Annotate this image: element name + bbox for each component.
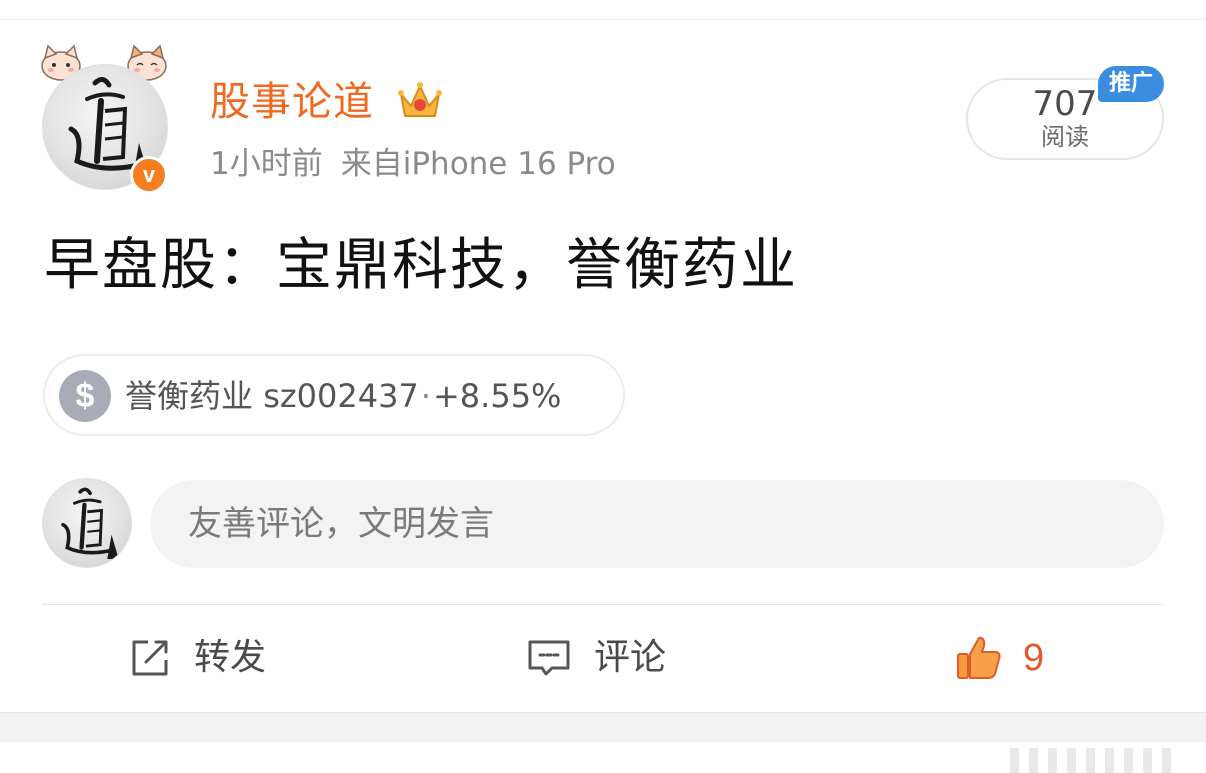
post-text: 早盘股：宝鼎科技，誉衡药业 [44, 233, 798, 298]
next-card-peek [1010, 748, 1181, 773]
dollar-icon: $ [59, 370, 111, 422]
post-time: 1小时前 [210, 146, 323, 182]
stock-info: 誉衡药业 sz002437·+8.55% [125, 376, 561, 416]
card-separator [0, 712, 1206, 742]
verified-badge-icon: v [130, 156, 168, 194]
top-divider [0, 19, 1206, 20]
stock-code: sz002437 [263, 377, 419, 415]
stock-name: 誉衡药业 [125, 377, 254, 415]
repost-button[interactable]: 转发 [128, 628, 266, 688]
thumbs-up-icon [957, 636, 1001, 679]
comment-label: 评论 [594, 637, 667, 678]
comment-input[interactable] [150, 480, 1164, 568]
like-count: 9 [1023, 637, 1045, 679]
share-icon [132, 640, 168, 676]
stock-change: +8.55% [432, 377, 562, 415]
read-label: 阅读 [1041, 123, 1089, 151]
commenter-avatar [42, 478, 132, 568]
author-avatar-group[interactable]: v [40, 44, 180, 194]
post-source: 来自iPhone 16 Pro [340, 146, 616, 182]
stock-separator: · [420, 377, 431, 415]
comment-icon [528, 640, 570, 676]
promo-badge[interactable]: 推广 [1098, 66, 1164, 102]
author-name[interactable]: 股事论道 [210, 78, 374, 126]
comment-button[interactable]: 评论 [526, 628, 666, 688]
repost-label: 转发 [194, 637, 267, 678]
post-meta: 1小时前 来自iPhone 16 Pro [210, 145, 616, 183]
like-button[interactable]: 9 [955, 628, 1044, 688]
stock-chip[interactable]: $ 誉衡药业 sz002437·+8.55% [43, 354, 625, 436]
action-divider [42, 604, 1164, 605]
calligraphy-avatar-icon [61, 487, 119, 559]
crown-icon [398, 82, 442, 117]
